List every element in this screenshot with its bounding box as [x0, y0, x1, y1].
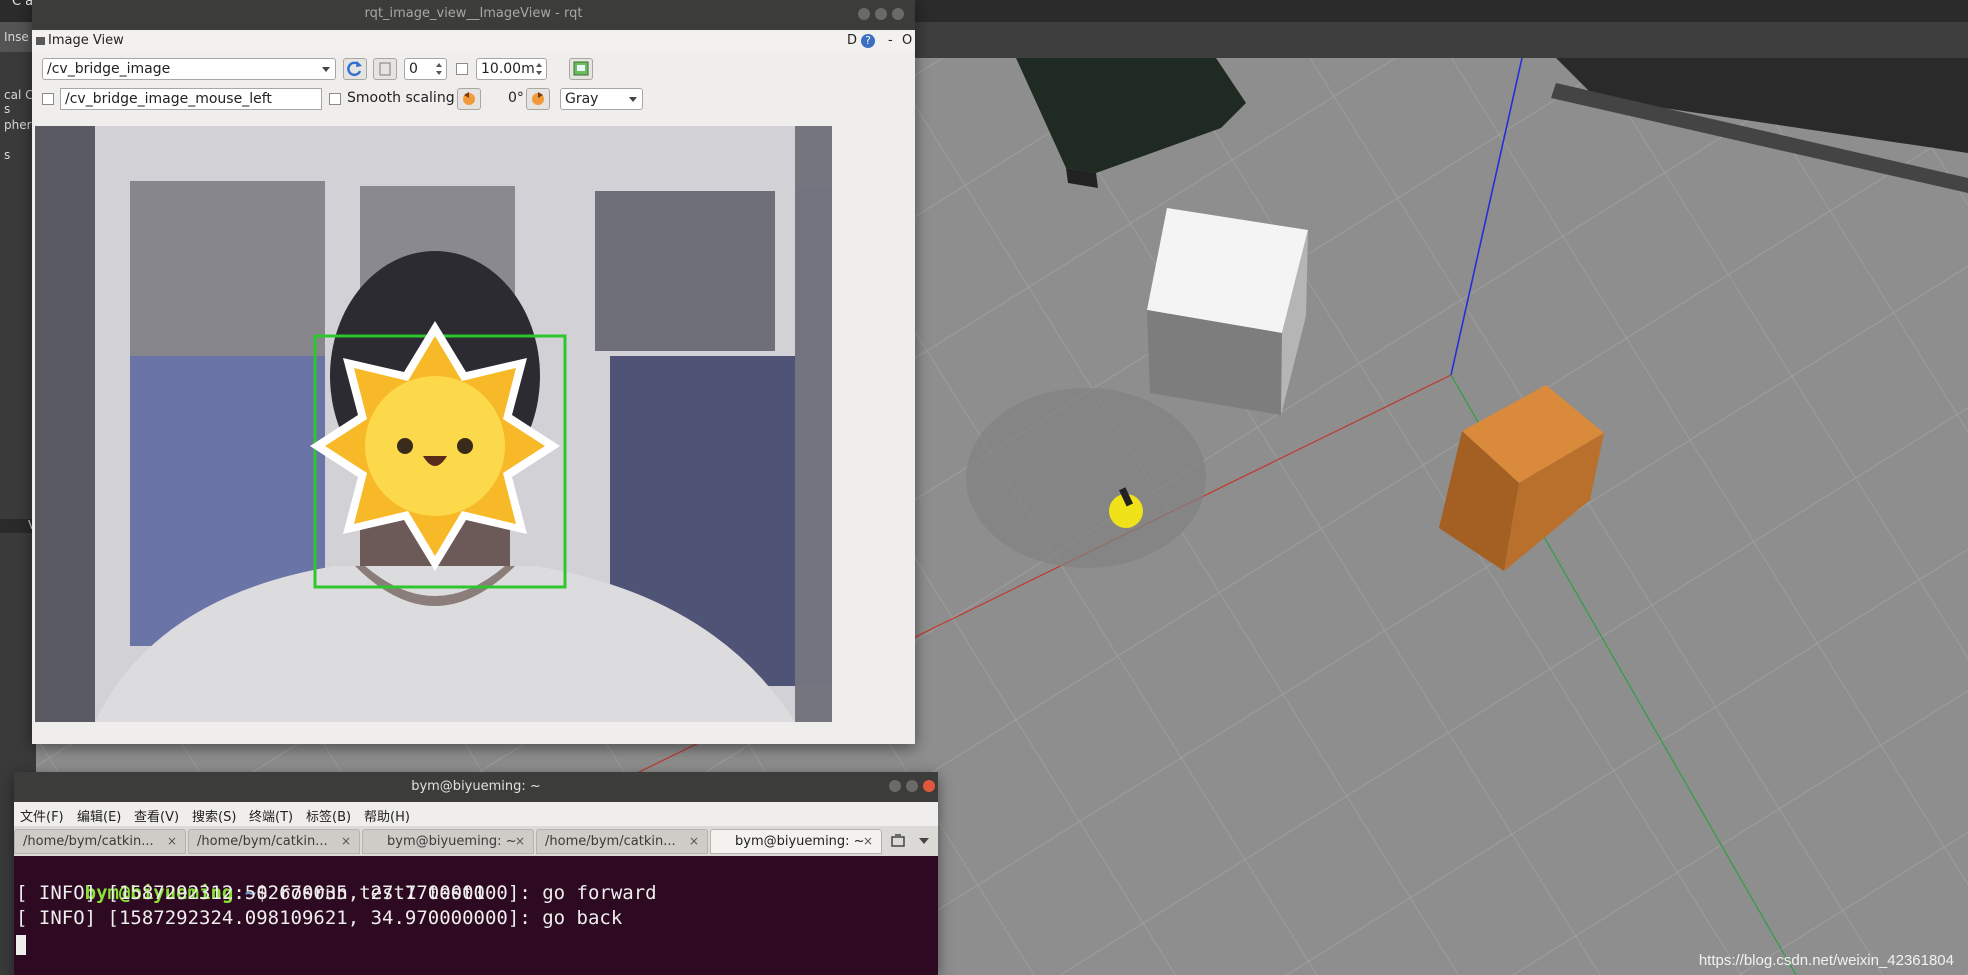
- spin-value: 0: [409, 61, 418, 77]
- camera-frame-graphic: [35, 126, 832, 722]
- minimize-button[interactable]: [858, 8, 870, 20]
- tab-label: bym@biyueming: ~: [735, 834, 865, 849]
- camera-image-view[interactable]: [35, 126, 832, 722]
- terminal-tabbar: /home/bym/catkin... × /home/bym/catkin..…: [14, 826, 938, 856]
- watermark-text: https://blog.csdn.net/weixin_42361804: [1698, 952, 1954, 969]
- close-button[interactable]: [892, 8, 904, 20]
- terminal-output[interactable]: bym@biyueming:~$ rosrun test1 test1 [ IN…: [14, 856, 938, 975]
- close-icon[interactable]: ×: [863, 834, 873, 848]
- minimize-button[interactable]: [889, 780, 901, 792]
- log-line: [ INFO] [1587292312.502670035, 27.770000…: [16, 882, 657, 904]
- save-image-icon: [573, 61, 589, 76]
- rotation-label: 0°: [508, 90, 524, 106]
- minimize-plugin-button[interactable]: -: [888, 33, 893, 48]
- rotate-left-button[interactable]: [457, 88, 481, 110]
- log-line: [ INFO] [1587292324.098109621, 34.970000…: [16, 907, 623, 929]
- new-tab-icon[interactable]: [890, 833, 908, 849]
- menu-view[interactable]: 查看(V): [134, 806, 179, 825]
- dynamic-range-checkbox[interactable]: [456, 63, 468, 75]
- menu-help[interactable]: 帮助(H): [364, 806, 410, 825]
- smooth-scaling-label: Smooth scaling: [347, 90, 455, 106]
- close-icon[interactable]: ×: [689, 834, 699, 848]
- terminal-tab-active[interactable]: bym@biyueming: ~ ×: [710, 829, 882, 854]
- zoom-button[interactable]: [373, 58, 397, 80]
- mouse-topic-input[interactable]: /cv_bridge_image_mouse_left: [60, 88, 322, 110]
- rqt-titlebar[interactable]: rqt_image_view__ImageView - rqt: [32, 0, 915, 30]
- terminal-window-title: bym@biyueming: ~: [411, 779, 541, 794]
- close-icon[interactable]: ×: [167, 834, 177, 848]
- gazebo-insert-tab[interactable]: Inse: [0, 22, 36, 52]
- spin-down-icon[interactable]: [536, 71, 542, 75]
- tab-label: bym@biyueming: ~: [387, 834, 517, 849]
- dock-button[interactable]: D: [847, 33, 857, 48]
- max-value-input[interactable]: 10.00m: [476, 58, 547, 80]
- spin-up-icon[interactable]: [536, 63, 542, 67]
- rotate-left-icon: [463, 92, 475, 105]
- close-icon[interactable]: ×: [515, 834, 525, 848]
- chevron-down-icon: [322, 67, 330, 72]
- tab-label: /home/bym/catkin...: [197, 834, 328, 849]
- menu-search[interactable]: 搜索(S): [192, 806, 236, 825]
- plugin-header: Image View D ? - O: [32, 30, 915, 52]
- plugin-title: Image View: [48, 33, 124, 48]
- terminal-window: bym@biyueming: ~ 文件(F) 编辑(E) 查看(V) 搜索(S)…: [14, 772, 938, 975]
- chevron-down-icon: [629, 97, 637, 102]
- zoom-icon: [379, 62, 391, 76]
- tab-label: /home/bym/catkin...: [23, 834, 154, 849]
- terminal-tab[interactable]: /home/bym/catkin... ×: [188, 829, 360, 854]
- refresh-button[interactable]: [343, 58, 367, 80]
- topic-select[interactable]: /cv_bridge_image: [42, 58, 336, 80]
- panel-divider[interactable]: V: [0, 518, 36, 533]
- topic-value: /cv_bridge_image: [47, 61, 171, 77]
- close-button[interactable]: [923, 780, 935, 792]
- rotate-right-icon: [532, 92, 544, 105]
- model-list-item[interactable]: s: [4, 102, 10, 116]
- model-list-item[interactable]: s: [4, 148, 10, 162]
- refresh-icon: [347, 61, 362, 77]
- menu-tabs[interactable]: 标签(B): [306, 806, 351, 825]
- terminal-tab[interactable]: bym@biyueming: ~ ×: [362, 829, 534, 854]
- terminal-titlebar[interactable]: bym@biyueming: ~: [14, 772, 938, 802]
- maximize-button[interactable]: [906, 780, 918, 792]
- insert-tab-label: Inse: [4, 30, 29, 44]
- spin-value-input[interactable]: 0: [404, 58, 447, 80]
- rqt-image-view-window: rqt_image_view__ImageView - rqt Image Vi…: [32, 0, 915, 744]
- menu-edit[interactable]: 编辑(E): [77, 806, 121, 825]
- window-pane: [595, 191, 775, 351]
- color-scheme-value: Gray: [565, 91, 599, 107]
- rqt-window-title: rqt_image_view__ImageView - rqt: [364, 6, 583, 21]
- window-pane: [130, 181, 325, 356]
- close-plugin-button[interactable]: O: [902, 33, 912, 48]
- terminal-tab[interactable]: /home/bym/catkin... ×: [536, 829, 708, 854]
- spin-down-icon[interactable]: [436, 71, 442, 75]
- menu-terminal[interactable]: 终端(T): [249, 806, 293, 825]
- text-cursor: [16, 934, 26, 955]
- terminal-tab[interactable]: /home/bym/catkin... ×: [14, 829, 186, 854]
- terminal-menubar: 文件(F) 编辑(E) 查看(V) 搜索(S) 终端(T) 标签(B) 帮助(H…: [14, 802, 938, 826]
- tab-label: /home/bym/catkin...: [545, 834, 676, 849]
- help-icon[interactable]: ?: [861, 34, 875, 48]
- spin-up-icon[interactable]: [436, 63, 442, 67]
- grip-icon: [36, 37, 45, 45]
- menu-file[interactable]: 文件(F): [20, 806, 64, 825]
- smooth-scaling-checkbox[interactable]: [329, 93, 341, 105]
- terminal-cursor-line: [16, 932, 26, 957]
- maximize-button[interactable]: [875, 8, 887, 20]
- max-value: 10.00m: [481, 61, 535, 77]
- mouse-topic-value: /cv_bridge_image_mouse_left: [65, 91, 272, 107]
- close-icon[interactable]: ×: [341, 834, 351, 848]
- chevron-down-icon[interactable]: [918, 837, 930, 845]
- color-scheme-select[interactable]: Gray: [560, 88, 643, 110]
- rotate-right-button[interactable]: [526, 88, 550, 110]
- mouse-publish-checkbox[interactable]: [42, 93, 54, 105]
- save-image-button[interactable]: [569, 58, 593, 80]
